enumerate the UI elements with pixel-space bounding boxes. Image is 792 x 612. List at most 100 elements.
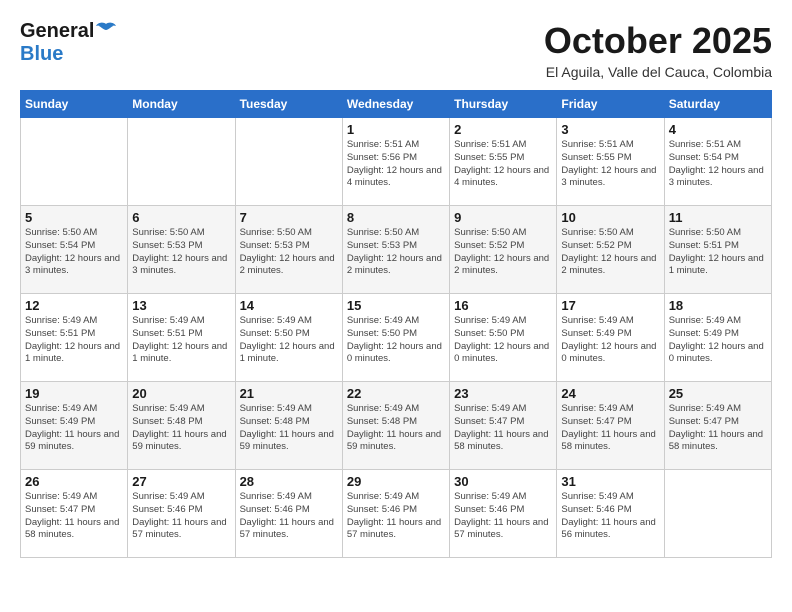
calendar-cell: 26Sunrise: 5:49 AM Sunset: 5:47 PM Dayli… [21, 470, 128, 558]
day-info: Sunrise: 5:50 AM Sunset: 5:54 PM Dayligh… [25, 227, 123, 278]
day-number: 16 [454, 298, 552, 313]
day-number: 24 [561, 386, 659, 401]
day-number: 6 [132, 210, 230, 225]
day-number: 29 [347, 474, 445, 489]
day-info: Sunrise: 5:51 AM Sunset: 5:56 PM Dayligh… [347, 139, 445, 190]
day-number: 30 [454, 474, 552, 489]
calendar-cell: 15 Sunrise: 5:49 AM Sunset: 5:50 PM Dayli… [342, 294, 449, 382]
calendar-week-row: 26Sunrise: 5:49 AM Sunset: 5:47 PM Dayli… [21, 470, 772, 558]
calendar-cell: 28 Sunrise: 5:49 AM Sunset: 5:46 PM Dayli… [235, 470, 342, 558]
calendar-cell: 12Sunrise: 5:49 AM Sunset: 5:51 PM Dayli… [21, 294, 128, 382]
day-info: Sunrise: 5:49 AM Sunset: 5:48 PM Dayligh… [240, 403, 338, 454]
day-number: 17 [561, 298, 659, 313]
day-number: 31 [561, 474, 659, 489]
calendar-cell: 10 Sunrise: 5:50 AM Sunset: 5:52 PM Dayli… [557, 206, 664, 294]
location-text: El Aguila, Valle del Cauca, Colombia [544, 64, 772, 80]
day-info: Sunrise: 5:49 AM Sunset: 5:46 PM Dayligh… [454, 491, 552, 542]
calendar-cell [664, 470, 771, 558]
day-info: Sunrise: 5:50 AM Sunset: 5:52 PM Dayligh… [454, 227, 552, 278]
day-number: 25 [669, 386, 767, 401]
calendar-cell: 20 Sunrise: 5:49 AM Sunset: 5:48 PM Dayli… [128, 382, 235, 470]
title-block: October 2025 El Aguila, Valle del Cauca,… [544, 20, 772, 80]
col-header-friday: Friday [557, 91, 664, 118]
day-info: Sunrise: 5:49 AM Sunset: 5:47 PM Dayligh… [454, 403, 552, 454]
calendar-cell: 22 Sunrise: 5:49 AM Sunset: 5:48 PM Dayli… [342, 382, 449, 470]
day-info: Sunrise: 5:49 AM Sunset: 5:46 PM Dayligh… [240, 491, 338, 542]
calendar-week-row: 19 Sunrise: 5:49 AM Sunset: 5:49 PM Dayli… [21, 382, 772, 470]
calendar-cell: 21 Sunrise: 5:49 AM Sunset: 5:48 PM Dayli… [235, 382, 342, 470]
calendar-cell: 2 Sunrise: 5:51 AM Sunset: 5:55 PM Daylig… [450, 118, 557, 206]
day-number: 13 [132, 298, 230, 313]
day-info: Sunrise: 5:49 AM Sunset: 5:48 PM Dayligh… [347, 403, 445, 454]
day-info: Sunrise: 5:49 AM Sunset: 5:49 PM Dayligh… [25, 403, 123, 454]
calendar-week-row: 1 Sunrise: 5:51 AM Sunset: 5:56 PM Daylig… [21, 118, 772, 206]
day-info: Sunrise: 5:49 AM Sunset: 5:49 PM Dayligh… [669, 315, 767, 366]
day-info: Sunrise: 5:50 AM Sunset: 5:53 PM Dayligh… [132, 227, 230, 278]
calendar-table: SundayMondayTuesdayWednesdayThursdayFrid… [20, 90, 772, 558]
day-number: 22 [347, 386, 445, 401]
day-info: Sunrise: 5:49 AM Sunset: 5:47 PM Dayligh… [561, 403, 659, 454]
col-header-saturday: Saturday [664, 91, 771, 118]
day-info: Sunrise: 5:49 AM Sunset: 5:48 PM Dayligh… [132, 403, 230, 454]
calendar-cell: 8Sunrise: 5:50 AM Sunset: 5:53 PM Daylig… [342, 206, 449, 294]
day-number: 9 [454, 210, 552, 225]
calendar-cell: 6 Sunrise: 5:50 AM Sunset: 5:53 PM Daylig… [128, 206, 235, 294]
calendar-cell: 4 Sunrise: 5:51 AM Sunset: 5:54 PM Daylig… [664, 118, 771, 206]
day-number: 27 [132, 474, 230, 489]
month-year-heading: October 2025 [544, 20, 772, 62]
day-info: Sunrise: 5:50 AM Sunset: 5:51 PM Dayligh… [669, 227, 767, 278]
logo-general-text: General [20, 20, 94, 43]
day-info: Sunrise: 5:49 AM Sunset: 5:50 PM Dayligh… [240, 315, 338, 366]
day-info: Sunrise: 5:50 AM Sunset: 5:53 PM Dayligh… [240, 227, 338, 278]
day-info: Sunrise: 5:49 AM Sunset: 5:49 PM Dayligh… [561, 315, 659, 366]
calendar-cell: 9 Sunrise: 5:50 AM Sunset: 5:52 PM Daylig… [450, 206, 557, 294]
calendar-cell: 18Sunrise: 5:49 AM Sunset: 5:49 PM Dayli… [664, 294, 771, 382]
day-number: 19 [25, 386, 123, 401]
day-info: Sunrise: 5:49 AM Sunset: 5:50 PM Dayligh… [347, 315, 445, 366]
calendar-cell: 29 Sunrise: 5:49 AM Sunset: 5:46 PM Dayli… [342, 470, 449, 558]
calendar-cell: 31Sunrise: 5:49 AM Sunset: 5:46 PM Dayli… [557, 470, 664, 558]
col-header-sunday: Sunday [21, 91, 128, 118]
calendar-cell: 5 Sunrise: 5:50 AM Sunset: 5:54 PM Daylig… [21, 206, 128, 294]
calendar-cell [128, 118, 235, 206]
day-info: Sunrise: 5:51 AM Sunset: 5:55 PM Dayligh… [561, 139, 659, 190]
day-info: Sunrise: 5:50 AM Sunset: 5:52 PM Dayligh… [561, 227, 659, 278]
day-number: 5 [25, 210, 123, 225]
day-number: 8 [347, 210, 445, 225]
calendar-cell: 17 Sunrise: 5:49 AM Sunset: 5:49 PM Dayli… [557, 294, 664, 382]
day-number: 7 [240, 210, 338, 225]
day-number: 28 [240, 474, 338, 489]
calendar-cell: 27Sunrise: 5:49 AM Sunset: 5:46 PM Dayli… [128, 470, 235, 558]
page-header: General Blue October 2025 El Aguila, Val… [20, 20, 772, 80]
calendar-cell: 3Sunrise: 5:51 AM Sunset: 5:55 PM Daylig… [557, 118, 664, 206]
day-info: Sunrise: 5:51 AM Sunset: 5:55 PM Dayligh… [454, 139, 552, 190]
calendar-cell: 13Sunrise: 5:49 AM Sunset: 5:51 PM Dayli… [128, 294, 235, 382]
day-number: 2 [454, 122, 552, 137]
day-number: 10 [561, 210, 659, 225]
day-number: 21 [240, 386, 338, 401]
calendar-cell: 14 Sunrise: 5:49 AM Sunset: 5:50 PM Dayli… [235, 294, 342, 382]
calendar-cell [21, 118, 128, 206]
day-number: 4 [669, 122, 767, 137]
day-info: Sunrise: 5:49 AM Sunset: 5:50 PM Dayligh… [454, 315, 552, 366]
logo-bird-icon [96, 22, 116, 38]
calendar-cell: 19 Sunrise: 5:49 AM Sunset: 5:49 PM Dayli… [21, 382, 128, 470]
day-number: 11 [669, 210, 767, 225]
calendar-cell: 25 Sunrise: 5:49 AM Sunset: 5:47 PM Dayli… [664, 382, 771, 470]
col-header-thursday: Thursday [450, 91, 557, 118]
col-header-tuesday: Tuesday [235, 91, 342, 118]
logo: General Blue [20, 20, 116, 66]
day-number: 20 [132, 386, 230, 401]
calendar-cell: 24 Sunrise: 5:49 AM Sunset: 5:47 PM Dayli… [557, 382, 664, 470]
day-info: Sunrise: 5:51 AM Sunset: 5:54 PM Dayligh… [669, 139, 767, 190]
day-info: Sunrise: 5:49 AM Sunset: 5:46 PM Dayligh… [347, 491, 445, 542]
calendar-cell: 30 Sunrise: 5:49 AM Sunset: 5:46 PM Dayli… [450, 470, 557, 558]
calendar-cell: 7 Sunrise: 5:50 AM Sunset: 5:53 PM Daylig… [235, 206, 342, 294]
day-info: Sunrise: 5:49 AM Sunset: 5:47 PM Dayligh… [669, 403, 767, 454]
day-info: Sunrise: 5:49 AM Sunset: 5:51 PM Dayligh… [25, 315, 123, 366]
day-number: 15 [347, 298, 445, 313]
calendar-cell: 11 Sunrise: 5:50 AM Sunset: 5:51 PM Dayli… [664, 206, 771, 294]
day-number: 14 [240, 298, 338, 313]
day-number: 1 [347, 122, 445, 137]
col-header-wednesday: Wednesday [342, 91, 449, 118]
